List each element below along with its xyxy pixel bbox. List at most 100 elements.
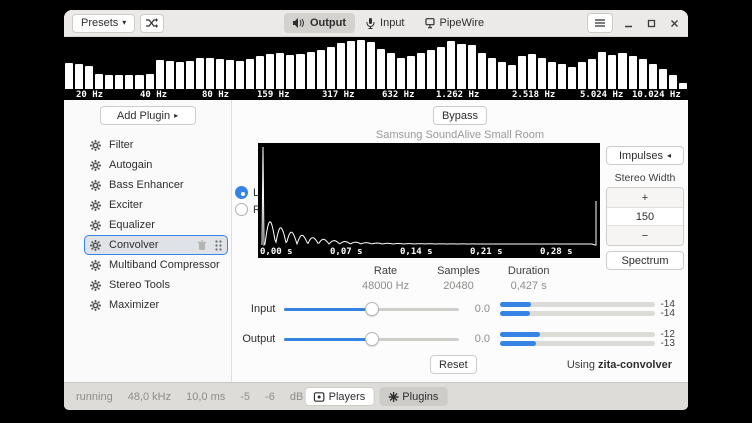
tab-output-label: Output: [310, 17, 346, 29]
impulses-button[interactable]: Impulses ◂: [606, 146, 684, 165]
close-button[interactable]: [666, 15, 682, 31]
pipewire-icon: [424, 18, 434, 29]
sidebar-item-multiband-compressor[interactable]: Multiband Compressor: [84, 255, 228, 275]
time-tick: 0,21 s: [470, 247, 503, 257]
plugin-label: Multiband Compressor: [109, 259, 220, 271]
freq-tick: 10.024 Hz: [632, 90, 681, 100]
freq-tick: 317 Hz: [322, 90, 355, 100]
maximize-icon: [647, 19, 656, 28]
gear-icon: [90, 300, 101, 311]
status-unit: dB: [290, 391, 303, 403]
sidebar-item-bass-enhancer[interactable]: Bass Enhancer: [84, 175, 228, 195]
plugin-label: Stereo Tools: [109, 279, 170, 291]
stereo-width-spinner: + 150 −: [606, 187, 684, 246]
players-tab-button[interactable]: Players: [305, 387, 375, 406]
add-plugin-button[interactable]: Add Plugin ▸: [100, 106, 196, 125]
tab-output[interactable]: Output: [284, 13, 355, 33]
output-gain-row: Output 0.0 -12 -13: [238, 330, 686, 348]
spectrum-button[interactable]: Spectrum: [606, 251, 684, 270]
output-meter-left: [500, 332, 655, 337]
input-db-readout: -14 -14: [660, 301, 686, 318]
drag-handle-icon[interactable]: [215, 240, 222, 251]
gear-icon: [90, 240, 101, 251]
freq-tick: 159 Hz: [257, 90, 290, 100]
freq-tick: 80 Hz: [202, 90, 229, 100]
status-readouts: running 48,0 kHz 10,0 ms -5 -6 dB: [76, 391, 303, 403]
input-gain-slider[interactable]: [284, 302, 459, 316]
sidebar-item-stereo-tools[interactable]: Stereo Tools: [84, 275, 228, 295]
screen: Presets ▾ Output: [0, 0, 752, 423]
status-bar: running 48,0 kHz 10,0 ms -5 -6 dB Player…: [64, 382, 688, 410]
menu-button[interactable]: [587, 13, 613, 33]
spectrum-bars: [64, 39, 688, 89]
plugins-icon: [388, 392, 398, 402]
output-db-right: -13: [660, 340, 686, 348]
using-label: Using: [567, 359, 595, 371]
output-db-readout: -12 -13: [660, 331, 686, 348]
close-icon: [670, 19, 679, 28]
time-tick: 0,14 s: [400, 247, 433, 257]
stereo-width-value[interactable]: 150: [607, 207, 683, 226]
plugins-tab-button[interactable]: Plugins: [379, 387, 447, 406]
sidebar-item-exciter[interactable]: Exciter: [84, 195, 228, 215]
bypass-button[interactable]: Bypass: [433, 106, 487, 125]
maximize-button[interactable]: [643, 15, 659, 31]
minimize-button[interactable]: [620, 15, 636, 31]
add-plugin-label: Add Plugin: [117, 110, 170, 122]
io-tabs: Output Input PipeWire: [284, 13, 493, 33]
bottom-tabs: Players Plugins: [305, 387, 448, 406]
microphone-icon: [366, 18, 375, 29]
header-bar: Presets ▾ Output: [64, 10, 688, 37]
bypass-label: Bypass: [442, 110, 478, 122]
plugin-label: Equalizer: [109, 219, 155, 231]
chevron-right-icon: ▸: [174, 112, 178, 120]
duration-info: Duration 0,427 s: [508, 265, 550, 292]
rate-label: Rate: [362, 265, 409, 277]
output-label: Output: [238, 333, 275, 345]
input-level-meters: [500, 302, 655, 316]
shuffle-button[interactable]: [140, 14, 164, 33]
gear-icon: [90, 200, 101, 211]
engine-info: Using zita-convolver: [567, 359, 672, 371]
gear-icon: [90, 140, 101, 151]
trash-icon[interactable]: [197, 240, 207, 251]
tab-pipewire[interactable]: PipeWire: [415, 13, 493, 33]
output-meter-right: [500, 341, 655, 346]
freq-tick: 1.262 Hz: [436, 90, 479, 100]
plugins-label: Plugins: [402, 391, 438, 403]
freq-tick: 20 Hz: [76, 90, 103, 100]
tab-pipewire-label: PipeWire: [439, 17, 484, 29]
waveform: [258, 143, 600, 258]
reset-button[interactable]: Reset: [430, 355, 477, 374]
output-gain-slider[interactable]: [284, 332, 459, 346]
duration-label: Duration: [508, 265, 550, 277]
slider-thumb[interactable]: [365, 302, 379, 316]
freq-tick: 2.518 Hz: [512, 90, 555, 100]
players-label: Players: [329, 391, 366, 403]
duration-value: 0,427 s: [508, 280, 550, 292]
spectrum-analyzer: 20 Hz 40 Hz 80 Hz 159 Hz 317 Hz 632 Hz 1…: [64, 37, 688, 100]
impulse-info: Rate 48000 Hz Samples 20480 Duration 0,4…: [362, 265, 549, 292]
spinner-decrease-button[interactable]: −: [607, 226, 683, 245]
plugin-label: Filter: [109, 139, 133, 151]
status-level-left: -5: [240, 391, 250, 403]
sidebar-item-autogain[interactable]: Autogain: [84, 155, 228, 175]
input-label: Input: [238, 303, 275, 315]
presets-button[interactable]: Presets ▾: [72, 14, 135, 33]
slider-thumb[interactable]: [365, 332, 379, 346]
input-db-right: -14: [660, 310, 686, 318]
convolver-side-controls: Impulses ◂ Stereo Width + 150 − Spectrum: [606, 146, 684, 270]
plugin-label: Bass Enhancer: [109, 179, 184, 191]
time-tick: 0,28 s: [540, 247, 573, 257]
sidebar-item-equalizer[interactable]: Equalizer: [84, 215, 228, 235]
sidebar-item-filter[interactable]: Filter: [84, 135, 228, 155]
input-gain-value: 0.0: [464, 303, 490, 315]
shuffle-icon: [146, 18, 158, 28]
sidebar-item-maximizer[interactable]: Maximizer: [84, 295, 228, 315]
chevron-down-icon: ▾: [122, 19, 126, 27]
sidebar-item-convolver[interactable]: Convolver: [84, 235, 228, 255]
rate-info: Rate 48000 Hz: [362, 265, 409, 292]
tab-input[interactable]: Input: [357, 13, 413, 33]
rate-value: 48000 Hz: [362, 280, 409, 292]
spinner-increase-button[interactable]: +: [607, 188, 683, 207]
